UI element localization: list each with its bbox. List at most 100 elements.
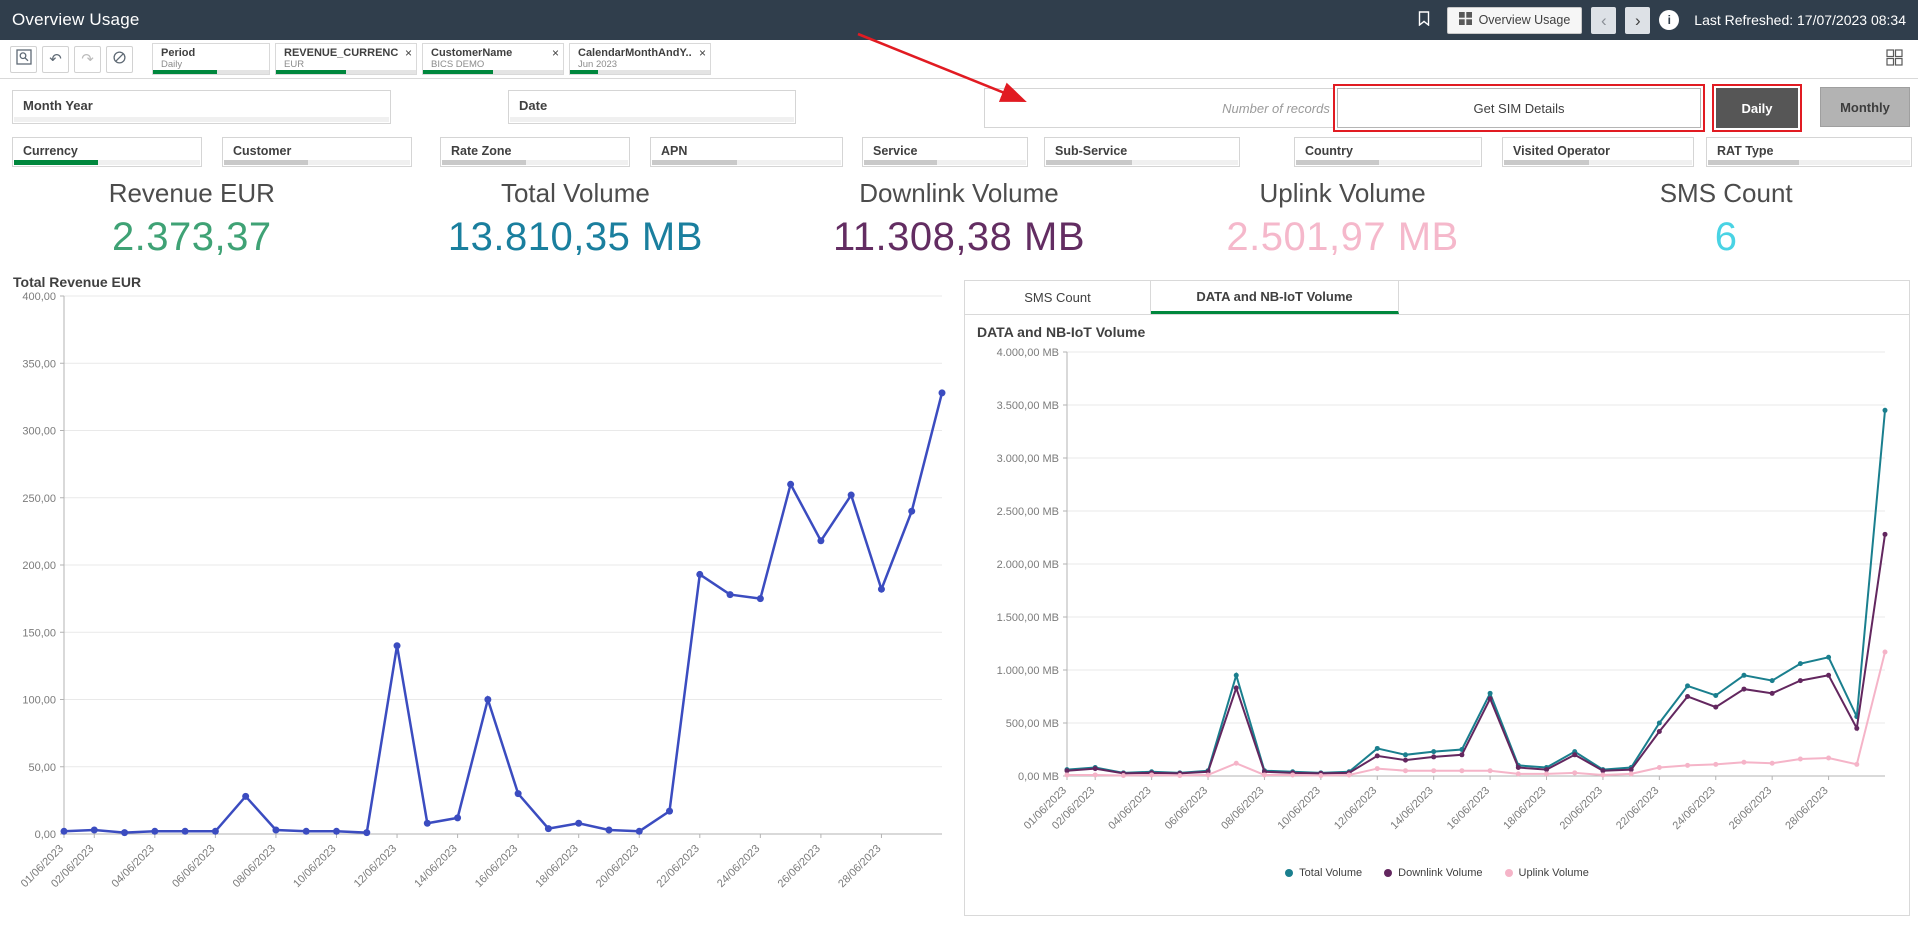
svg-text:04/06/2023: 04/06/2023 — [110, 843, 157, 890]
tab-sms-count[interactable]: SMS Count — [965, 281, 1151, 314]
bookmark-icon — [1418, 11, 1430, 29]
filter-scrollbar[interactable] — [1504, 160, 1692, 165]
chip-field: CustomerName — [431, 47, 545, 59]
kpi-row: Revenue EUR 2.373,37 Total Volume 13.810… — [0, 178, 1918, 260]
chip-value: BICS DEMO — [431, 59, 545, 70]
svg-text:12/06/2023: 12/06/2023 — [352, 843, 399, 890]
svg-text:14/06/2023: 14/06/2023 — [412, 843, 459, 890]
top-bar: Overview Usage Overview Usage ‹ › i Last — [0, 0, 1918, 40]
undo-icon: ↶ — [49, 50, 62, 68]
svg-text:400,00: 400,00 — [22, 291, 56, 303]
svg-text:100,00: 100,00 — [22, 695, 56, 707]
legend-label: Total Volume — [1299, 867, 1362, 879]
filter-visited-operator[interactable]: Visited Operator — [1502, 137, 1694, 167]
prev-sheet-button[interactable]: ‹ — [1591, 7, 1616, 34]
svg-text:2.500,00 MB: 2.500,00 MB — [997, 506, 1059, 518]
svg-text:16/06/2023: 16/06/2023 — [1445, 785, 1492, 832]
sheet-selector-button[interactable]: Overview Usage — [1447, 7, 1583, 34]
svg-text:0,00 MB: 0,00 MB — [1018, 771, 1059, 783]
kpi-value: 11.308,38 MB — [767, 215, 1151, 260]
legend-item-downlink-volume[interactable]: Downlink Volume — [1384, 867, 1482, 879]
selection-chip-revenue-currency[interactable]: REVENUE_CURRENCY EUR × — [275, 43, 417, 75]
selections-search-icon — [16, 49, 32, 69]
redo-icon: ↷ — [81, 50, 94, 68]
chevron-left-icon: ‹ — [1601, 12, 1607, 29]
svg-text:24/06/2023: 24/06/2023 — [715, 843, 762, 890]
close-icon[interactable]: × — [405, 47, 412, 59]
info-button[interactable]: i — [1659, 10, 1679, 30]
volume-line-chart[interactable]: 0,00 MB500,00 MB1.000,00 MB1.500,00 MB2.… — [971, 340, 1899, 860]
kpi-total-volume: Total Volume 13.810,35 MB — [384, 178, 768, 260]
bookmark-button[interactable] — [1410, 7, 1438, 33]
svg-text:3.500,00 MB: 3.500,00 MB — [997, 400, 1059, 412]
volume-chart-title: DATA and NB-IoT Volume — [977, 324, 1909, 340]
legend-item-uplink-volume[interactable]: Uplink Volume — [1505, 867, 1589, 879]
filter-scrollbar[interactable] — [1046, 160, 1238, 165]
chip-value: EUR — [284, 59, 398, 70]
get-sim-details-annotation: Get SIM Details — [1333, 84, 1705, 132]
filter-scrollbar[interactable] — [510, 117, 794, 122]
svg-text:200,00: 200,00 — [22, 560, 56, 572]
legend-item-total-volume[interactable]: Total Volume — [1285, 867, 1362, 879]
daily-button[interactable]: Daily — [1716, 88, 1798, 128]
kpi-value: 6 — [1534, 215, 1918, 260]
kpi-downlink-volume: Downlink Volume 11.308,38 MB — [767, 178, 1151, 260]
chip-field: Period — [161, 47, 251, 59]
svg-text:06/06/2023: 06/06/2023 — [1163, 785, 1210, 832]
svg-text:4.000,00 MB: 4.000,00 MB — [997, 347, 1059, 359]
clear-selections-icon — [112, 50, 127, 69]
filter-scrollbar[interactable] — [864, 160, 1026, 165]
kpi-value: 13.810,35 MB — [384, 215, 768, 260]
filter-country[interactable]: Country — [1294, 137, 1482, 167]
svg-text:1.500,00 MB: 1.500,00 MB — [997, 612, 1059, 624]
tab-data-nbiot-volume[interactable]: DATA and NB-IoT Volume — [1151, 281, 1399, 314]
next-sheet-button[interactable]: › — [1625, 7, 1650, 34]
volume-panel-tabs: SMS Count DATA and NB-IoT Volume — [965, 281, 1909, 315]
filter-service[interactable]: Service — [862, 137, 1028, 167]
filter-sub-service[interactable]: Sub-Service — [1044, 137, 1240, 167]
chevron-right-icon: › — [1635, 12, 1641, 29]
filter-scrollbar[interactable] — [442, 160, 628, 165]
svg-text:12/06/2023: 12/06/2023 — [1332, 785, 1379, 832]
chip-value: Jun 2023 — [578, 59, 692, 70]
step-forward-button[interactable]: ↷ — [74, 46, 101, 73]
close-icon[interactable]: × — [552, 47, 559, 59]
kpi-label: Downlink Volume — [767, 178, 1151, 209]
chip-value: Daily — [161, 59, 251, 70]
filter-scrollbar[interactable] — [14, 117, 389, 122]
app-grid-button[interactable] — [1880, 46, 1908, 72]
step-back-button[interactable]: ↶ — [42, 46, 69, 73]
filter-rate-zone[interactable]: Rate Zone — [440, 137, 630, 167]
clear-selections-button[interactable] — [106, 46, 133, 73]
selection-chip-calendar-month[interactable]: CalendarMonthAndY... Jun 2023 × — [569, 43, 711, 75]
legend-marker — [1384, 869, 1392, 877]
selections-tool-button[interactable] — [10, 46, 37, 73]
sheet-selector-label: Overview Usage — [1479, 13, 1571, 27]
filter-scrollbar[interactable] — [1708, 160, 1910, 165]
selections-toolbar: ↶ ↷ Period Daily REVENUE_CURRENCY EUR × — [0, 40, 1918, 79]
filter-month-year[interactable]: Month Year — [12, 90, 391, 124]
filter-scrollbar[interactable] — [14, 160, 200, 165]
svg-text:04/06/2023: 04/06/2023 — [1106, 785, 1153, 832]
selection-chip-customer-name[interactable]: CustomerName BICS DEMO × — [422, 43, 564, 75]
svg-text:10/06/2023: 10/06/2023 — [1276, 785, 1323, 832]
filter-rat-type[interactable]: RAT Type — [1706, 137, 1912, 167]
monthly-button[interactable]: Monthly — [1820, 87, 1910, 127]
filter-scrollbar[interactable] — [652, 160, 841, 165]
info-icon: i — [1668, 13, 1671, 27]
svg-text:10/06/2023: 10/06/2023 — [291, 843, 338, 890]
filter-apn[interactable]: APN — [650, 137, 843, 167]
svg-text:22/06/2023: 22/06/2023 — [1614, 785, 1661, 832]
chip-selection-bar — [423, 70, 563, 74]
filter-currency[interactable]: Currency — [12, 137, 202, 167]
get-sim-details-button[interactable]: Get SIM Details — [1337, 88, 1701, 128]
selection-chip-period[interactable]: Period Daily — [152, 43, 270, 75]
filter-scrollbar[interactable] — [224, 160, 410, 165]
revenue-line-chart[interactable]: 0,0050,00100,00150,00200,00250,00300,003… — [8, 290, 956, 920]
close-icon[interactable]: × — [699, 47, 706, 59]
filter-date[interactable]: Date — [508, 90, 796, 124]
svg-text:20/06/2023: 20/06/2023 — [1558, 785, 1605, 832]
filter-customer[interactable]: Customer — [222, 137, 412, 167]
filter-scrollbar[interactable] — [1296, 160, 1480, 165]
kpi-label: Revenue EUR — [0, 178, 384, 209]
